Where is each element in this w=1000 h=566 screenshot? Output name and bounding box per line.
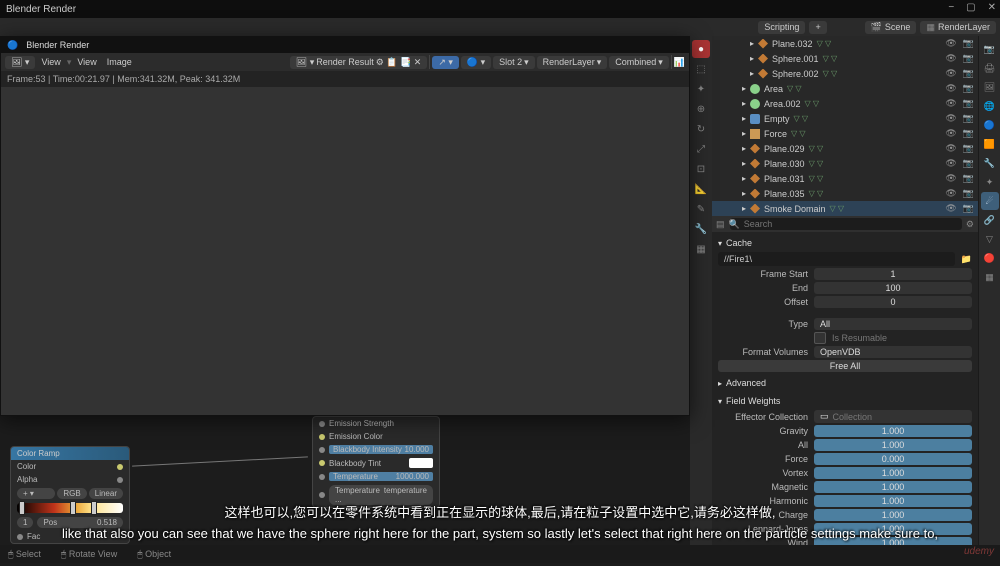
render-result-window[interactable]: 🔵Blender Render 🖼 ▾ View ▾ View Image 🖼 … xyxy=(0,36,690,416)
image-datablock[interactable]: 🖼 ▾ Render Result ⚙ 📋 📑 ✕ xyxy=(290,56,428,69)
render-tab-icon[interactable]: 📷 xyxy=(981,40,999,58)
material-tab-icon[interactable]: 🔴 xyxy=(981,249,999,267)
constraint-tab-icon[interactable]: 🔗 xyxy=(981,211,999,229)
outliner-item[interactable]: ▸Force▽ ▽👁📷 xyxy=(712,126,978,141)
weight-slider[interactable]: 1.000 xyxy=(814,439,972,451)
cache-type-select[interactable]: All xyxy=(814,318,972,330)
weight-slider[interactable]: 1.000 xyxy=(814,425,972,437)
render-window-header: 🖼 ▾ View ▾ View Image 🖼 ▾ Render Result … xyxy=(1,53,689,71)
menu-view[interactable]: View xyxy=(37,57,64,67)
outliner-item[interactable]: ▸Area▽ ▽👁📷 xyxy=(712,81,978,96)
physics-tab-icon[interactable]: ☄ xyxy=(981,192,999,210)
filter-adj-icon[interactable]: ⚙ xyxy=(966,219,974,230)
render-window-titlebar[interactable]: 🔵Blender Render xyxy=(1,37,689,53)
outliner-item[interactable]: ▸Sphere.002▽ ▽👁📷 xyxy=(712,66,978,81)
properties-tabs: 📷 🖨 🖼 🌐 🔵 🟧 🔧 ✦ ☄ 🔗 ▽ 🔴 ▦ xyxy=(978,36,1000,563)
add-workspace[interactable]: + xyxy=(809,21,826,34)
particles-tab-icon[interactable]: ✦ xyxy=(981,173,999,191)
tool-icon[interactable]: ↻ xyxy=(692,120,710,138)
os-titlebar: Blender Render − ▢ ✕ xyxy=(0,0,1000,18)
frame-start-field[interactable]: 1 xyxy=(814,268,972,280)
effector-collection-field[interactable]: ▭Collection xyxy=(814,410,972,423)
modifier-tab-icon[interactable]: 🔧 xyxy=(981,154,999,172)
outliner-item[interactable]: ▸Area.002▽ ▽👁📷 xyxy=(712,96,978,111)
cache-path-field[interactable]: //Fire1\ xyxy=(718,252,955,266)
object-tab-icon[interactable]: 🟧 xyxy=(981,135,999,153)
filter-icon[interactable]: ▤ xyxy=(716,219,725,230)
advanced-section[interactable]: Advanced xyxy=(718,376,972,390)
menu-image[interactable]: Image xyxy=(103,57,136,67)
tool-icon[interactable]: ⤢ xyxy=(692,140,710,158)
tool-icon[interactable]: ⬚ xyxy=(692,60,710,78)
output-tab-icon[interactable]: 🖨 xyxy=(981,59,999,77)
outliner-item[interactable]: ▸Plane.030▽ ▽👁📷 xyxy=(712,156,978,171)
close-button[interactable]: ✕ xyxy=(988,2,996,13)
tool-icon[interactable]: ⊡ xyxy=(692,160,710,178)
outliner-item[interactable]: ▸Plane.029▽ ▽👁📷 xyxy=(712,141,978,156)
close-sidebar-icon[interactable]: ● xyxy=(692,40,710,58)
outliner[interactable]: ▸Plane.032▽ ▽👁📷▸Sphere.001▽ ▽👁📷▸Sphere.0… xyxy=(712,36,978,216)
offset-field[interactable]: 0 xyxy=(814,296,972,308)
view-layer-selector[interactable]: ▦RenderLayer xyxy=(920,21,996,34)
outliner-item[interactable]: ▸Empty▽ ▽👁📷 xyxy=(712,111,978,126)
watermark: udemy xyxy=(964,546,994,557)
weight-slider[interactable]: 1.000 xyxy=(814,481,972,493)
search-icon: 🔍 xyxy=(729,219,740,230)
world-tab-icon[interactable]: 🔵 xyxy=(981,116,999,134)
outliner-item[interactable]: ▸Plane.032▽ ▽👁📷 xyxy=(712,36,978,51)
render-status: Frame:53 | Time:00:21.97 | Mem:341.32M, … xyxy=(1,71,689,87)
tool-icon[interactable]: ▦ xyxy=(692,240,710,258)
status-bar: 🖱 Select 🖱 Rotate View 🖱 Object xyxy=(0,545,1000,563)
menu-view-2[interactable]: View xyxy=(73,57,100,67)
frame-end-field[interactable]: 100 xyxy=(814,282,972,294)
tool-icon[interactable]: ✎ xyxy=(692,200,710,218)
outliner-item[interactable]: ▸Sphere.001▽ ▽👁📷 xyxy=(712,51,978,66)
outliner-item[interactable]: ▸Smoke Domain▽ ▽👁📷 xyxy=(712,201,978,216)
pass-selector[interactable]: Combined ▾ xyxy=(609,56,669,69)
layer-selector[interactable]: RenderLayer ▾ xyxy=(537,56,608,69)
slot-selector[interactable]: Slot 2 ▾ xyxy=(493,56,535,69)
app-title: Blender Render xyxy=(6,4,76,15)
scene-tab-icon[interactable]: 🌐 xyxy=(981,97,999,115)
display-mode[interactable]: ↗ ▾ xyxy=(432,56,459,69)
subtitle-chinese: 这样也可以,您可以在零件系统中看到正在显示的球体,最后,请在粒子设置中选中它,请… xyxy=(0,502,1000,521)
toolbar-left: ● ⬚ ✦ ⊕ ↻ ⤢ ⊡ 📐 ✎ 🔧 ▦ xyxy=(690,36,712,563)
channels-btn[interactable]: 📊 xyxy=(674,57,685,68)
workspace-tab-scripting[interactable]: Scripting xyxy=(758,21,805,34)
open-folder-icon[interactable]: 📁 xyxy=(961,254,972,265)
weight-slider[interactable]: 1.000 xyxy=(814,467,972,479)
tool-icon[interactable]: ⊕ xyxy=(692,100,710,118)
mesh-tab-icon[interactable]: ▽ xyxy=(981,230,999,248)
maximize-button[interactable]: ▢ xyxy=(966,2,975,13)
field-weights-section[interactable]: Field Weights xyxy=(718,394,972,408)
subtitle-english: like that also you can see that we have … xyxy=(0,526,1000,541)
principled-volume-node[interactable]: Emission Strength Emission Color Blackbo… xyxy=(312,416,440,508)
outliner-item[interactable]: ▸Plane.031▽ ▽👁📷 xyxy=(712,171,978,186)
weight-slider[interactable]: 0.000 xyxy=(814,453,972,465)
free-all-button[interactable]: Free All xyxy=(718,360,972,372)
scene-selector[interactable]: 🎬Scene xyxy=(865,21,917,34)
pivot-icon[interactable]: 🔵 ▾ xyxy=(461,56,491,69)
search-input[interactable] xyxy=(730,218,962,230)
cache-section[interactable]: Cache xyxy=(718,236,972,250)
editor-type-icon[interactable]: 🖼 ▾ xyxy=(5,56,35,69)
workspace-header: Scripting + 🎬Scene ▦RenderLayer xyxy=(0,18,1000,36)
format-select[interactable]: OpenVDB xyxy=(814,346,972,358)
minimize-button[interactable]: − xyxy=(948,2,954,13)
node-header: Color Ramp xyxy=(11,447,129,460)
viewlayer-tab-icon[interactable]: 🖼 xyxy=(981,78,999,96)
resumable-checkbox[interactable] xyxy=(814,332,826,344)
tool-icon[interactable]: 🔧 xyxy=(692,220,710,238)
tool-icon[interactable]: 📐 xyxy=(692,180,710,198)
tool-icon[interactable]: ✦ xyxy=(692,80,710,98)
texture-tab-icon[interactable]: ▦ xyxy=(981,268,999,286)
outliner-item[interactable]: ▸Plane.035▽ ▽👁📷 xyxy=(712,186,978,201)
